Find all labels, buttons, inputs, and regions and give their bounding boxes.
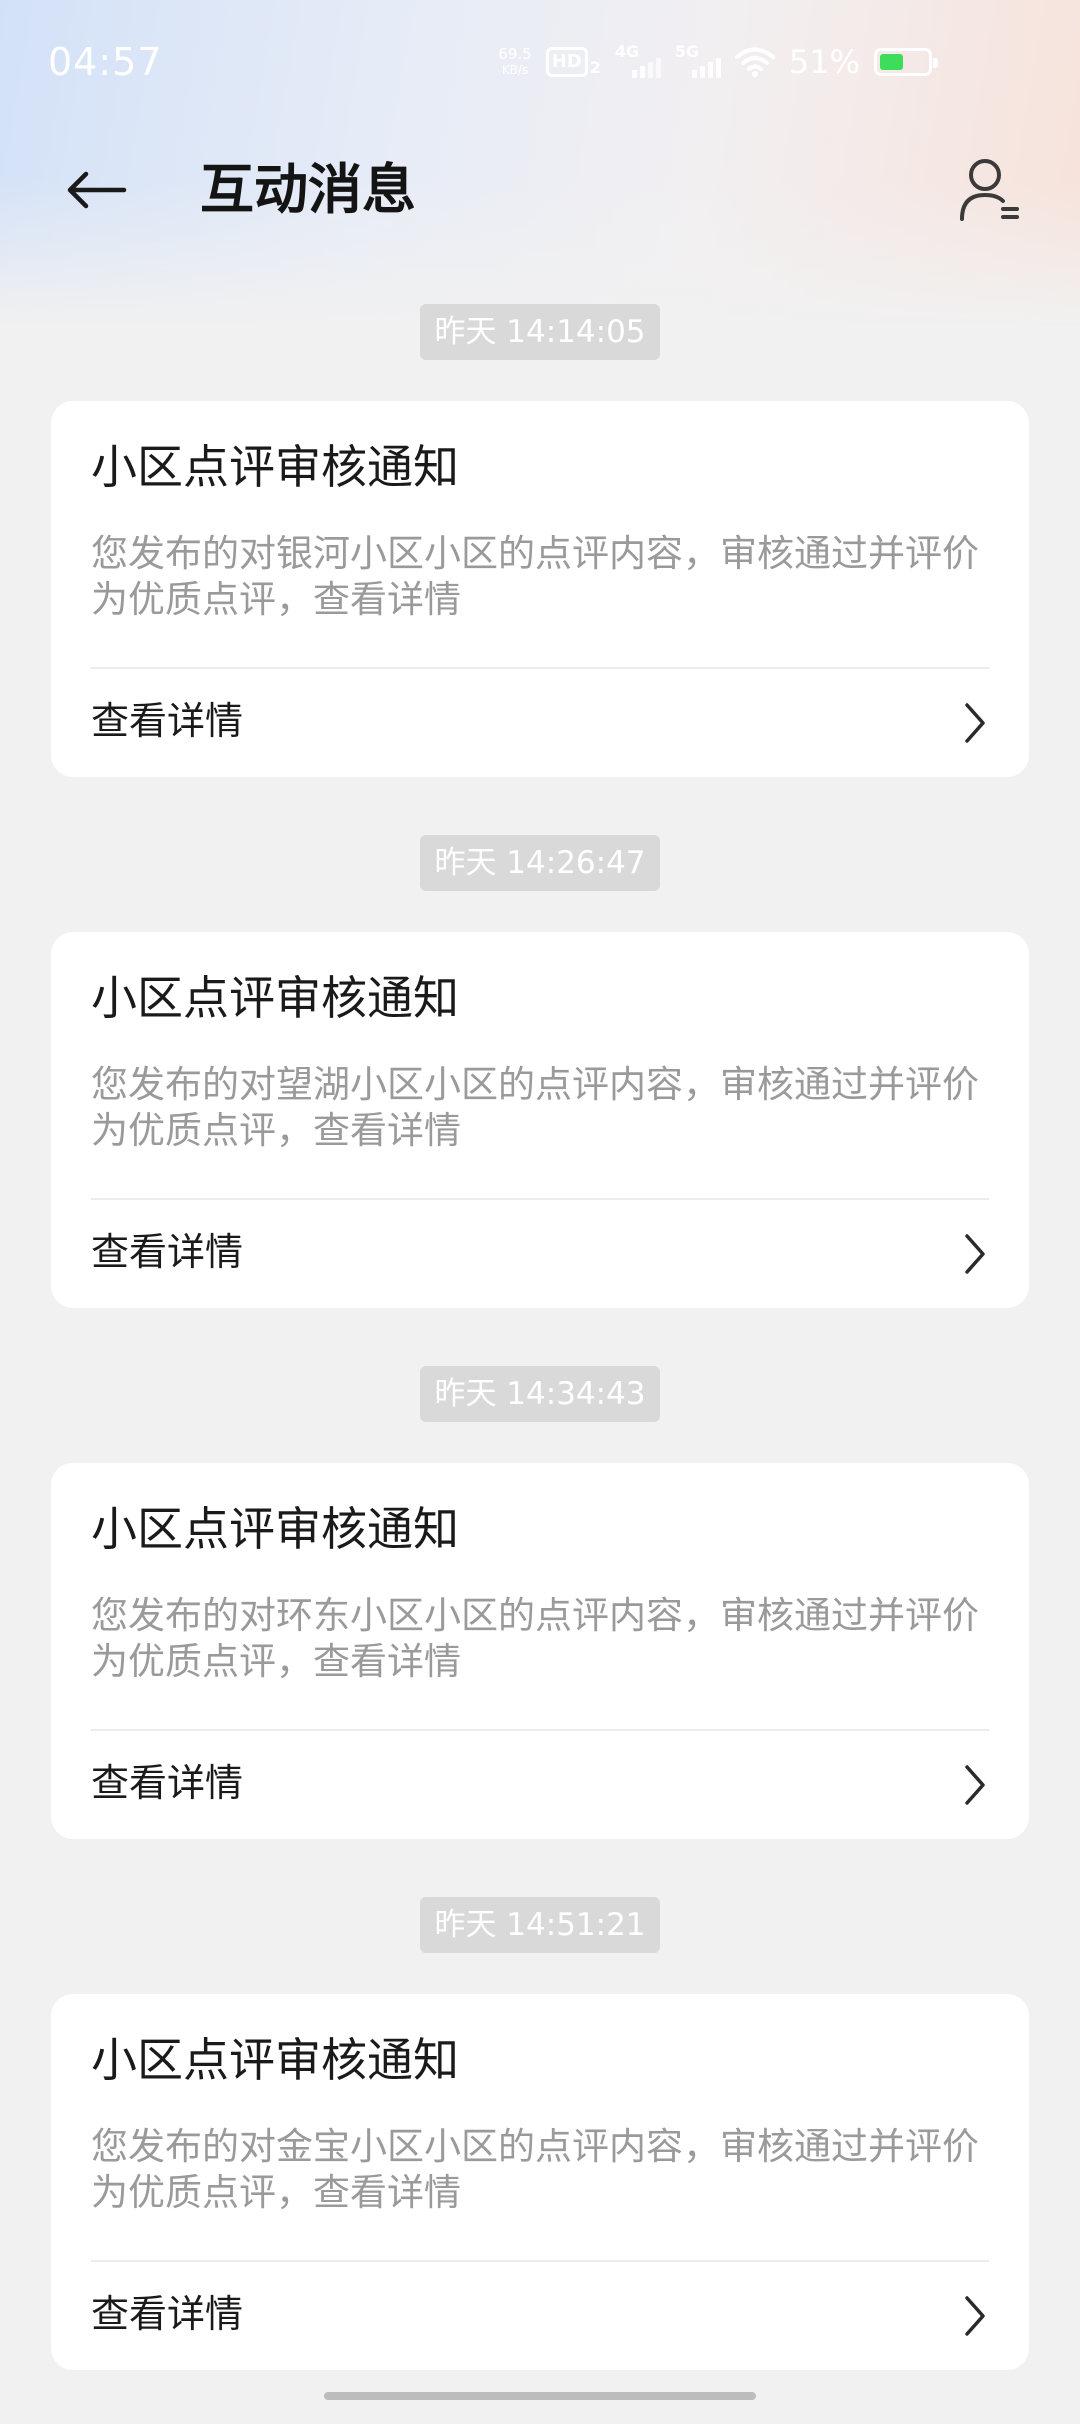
hd-indicator: HD 2 [545,47,601,77]
status-bar: 04:57 69.5 KB/s HD 2 4G 5G 51% [0,0,1080,120]
view-details-label: 查看详情 [91,1761,244,1805]
message-card[interactable]: 小区点评审核通知 您发布的对银河小区小区的点评内容，审核通过并评价为优质点评，查… [51,401,1029,777]
message-body: 您发布的对望湖小区小区的点评内容，审核通过并评价为优质点评，查看详情 [91,1063,979,1152]
signal-4g-icon: 4G [615,42,661,82]
battery-icon [874,48,938,76]
signal-4g-bars [631,58,661,78]
message-title: 小区点评审核通知 [91,440,459,494]
battery-percent: 51% [788,43,860,81]
message-card[interactable]: 小区点评审核通知 您发布的对环东小区小区的点评内容，审核通过并评价为优质点评，查… [51,1463,1029,1839]
message-group: 昨天 14:26:47 小区点评审核通知 您发布的对望湖小区小区的点评内容，审核… [0,831,1080,1362]
message-group: 昨天 14:51:21 小区点评审核通知 您发布的对金宝小区小区的点评内容，审核… [0,1893,1080,2424]
page-title: 互动消息 [200,158,416,221]
network-speed: 69.5 KB/s [498,46,531,78]
message-title: 小区点评审核通知 [91,1502,459,1556]
chevron-right-icon [965,703,985,743]
message-body: 您发布的对金宝小区小区的点评内容，审核通过并评价为优质点评，查看详情 [91,2125,979,2214]
view-details-button[interactable]: 查看详情 [51,669,1029,777]
message-timestamp: 昨天 14:34:43 [420,1366,660,1422]
view-details-button[interactable]: 查看详情 [51,1731,1029,1839]
hd-sub-label: 2 [589,58,601,77]
home-indicator[interactable] [324,2392,756,2400]
message-timestamp: 昨天 14:51:21 [420,1897,660,1953]
profile-settings-button[interactable] [952,152,1028,228]
view-details-button[interactable]: 查看详情 [51,1200,1029,1308]
message-card[interactable]: 小区点评审核通知 您发布的对望湖小区小区的点评内容，审核通过并评价为优质点评，查… [51,932,1029,1308]
message-group: 昨天 14:14:05 小区点评审核通知 您发布的对银河小区小区的点评内容，审核… [0,300,1080,831]
status-time: 04:57 [48,40,163,84]
view-details-label: 查看详情 [91,1230,244,1274]
chevron-right-icon [965,2296,985,2336]
message-timestamp: 昨天 14:14:05 [420,304,660,360]
arrow-left-icon [67,171,127,209]
view-details-label: 查看详情 [91,2292,244,2336]
timestamp-row: 昨天 14:14:05 [0,304,1080,360]
view-details-button[interactable]: 查看详情 [51,2262,1029,2370]
battery-cap [933,58,938,68]
message-card[interactable]: 小区点评审核通知 您发布的对金宝小区小区的点评内容，审核通过并评价为优质点评，查… [51,1994,1029,2370]
user-settings-icon [960,159,1019,221]
message-title: 小区点评审核通知 [91,2033,459,2087]
message-group: 昨天 14:34:43 小区点评审核通知 您发布的对环东小区小区的点评内容，审核… [0,1362,1080,1893]
message-body: 您发布的对环东小区小区的点评内容，审核通过并评价为优质点评，查看详情 [91,1594,979,1683]
battery-fill [880,54,903,70]
hd-badge-icon: HD [545,47,588,77]
message-list: 昨天 14:14:05 小区点评审核通知 您发布的对银河小区小区的点评内容，审核… [0,300,1080,2424]
timestamp-row: 昨天 14:34:43 [0,1366,1080,1422]
chevron-right-icon [965,1765,985,1805]
wifi-icon [734,47,775,77]
status-indicators: 69.5 KB/s HD 2 4G 5G 51% [498,38,938,86]
message-body: 您发布的对银河小区小区的点评内容，审核通过并评价为优质点评，查看详情 [91,532,979,621]
timestamp-row: 昨天 14:26:47 [0,835,1080,891]
app-header: 互动消息 [0,130,1080,250]
view-details-label: 查看详情 [91,699,244,743]
signal-5g-bars [691,58,721,78]
message-timestamp: 昨天 14:26:47 [420,835,660,891]
timestamp-row: 昨天 14:51:21 [0,1897,1080,1953]
network-speed-unit: KB/s [501,63,529,77]
signal-5g-icon: 5G [675,42,721,82]
chevron-right-icon [965,1234,985,1274]
back-button[interactable] [58,152,134,228]
message-title: 小区点评审核通知 [91,971,459,1025]
network-speed-value: 69.5 [498,45,532,63]
